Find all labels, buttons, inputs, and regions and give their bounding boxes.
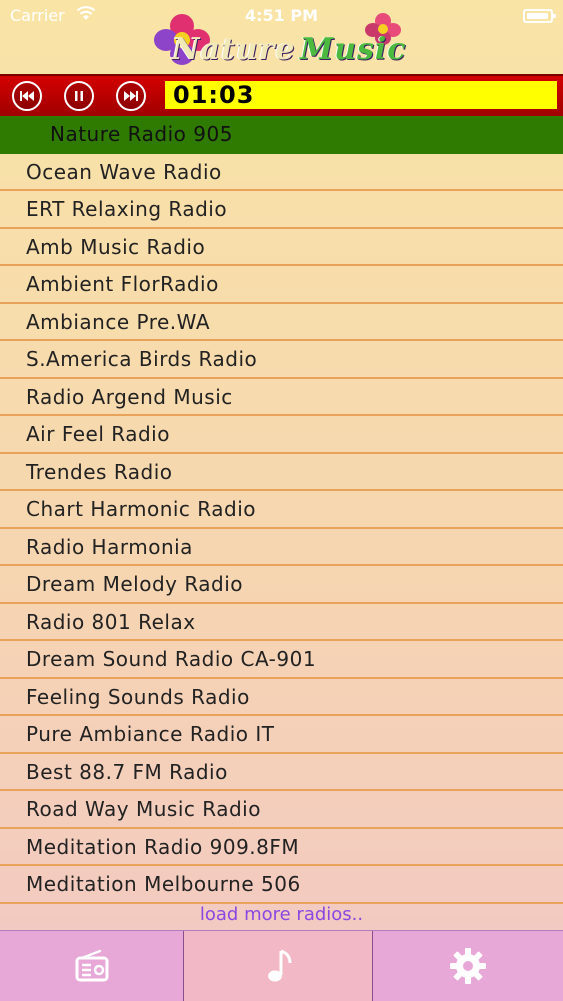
station-item[interactable]: Pure Ambiance Radio IT <box>0 716 563 754</box>
station-item[interactable]: Radio Argend Music <box>0 379 563 416</box>
station-item[interactable]: Ambient FlorRadio <box>0 266 563 304</box>
station-item[interactable]: Road Way Music Radio <box>0 791 563 829</box>
playback-time: 01:03 <box>165 81 557 109</box>
player-bar: 01:03 <box>0 74 563 118</box>
station-item[interactable]: Amb Music Radio <box>0 229 563 266</box>
tab-music[interactable] <box>184 931 373 1001</box>
station-item[interactable]: Air Feel Radio <box>0 416 563 454</box>
station-item[interactable]: Chart Harmonic Radio <box>0 491 563 529</box>
station-item[interactable]: Meditation Radio 909.8FM <box>0 829 563 866</box>
pause-button[interactable] <box>64 81 94 111</box>
station-item[interactable]: Feeling Sounds Radio <box>0 679 563 716</box>
logo-word-music: Music <box>300 32 407 67</box>
battery-icon <box>523 9 556 23</box>
radio-icon <box>75 949 108 982</box>
gear-icon <box>450 948 486 984</box>
station-item[interactable]: Dream Melody Radio <box>0 566 563 604</box>
station-item[interactable]: Radio 801 Relax <box>0 604 563 641</box>
tab-bar <box>0 930 563 1001</box>
next-button[interactable] <box>116 81 146 111</box>
tab-radio[interactable] <box>0 931 184 1001</box>
station-item[interactable]: Meditation Melbourne 506 <box>0 866 563 904</box>
load-more-link[interactable]: load more radios.. <box>0 900 563 930</box>
tab-settings[interactable] <box>373 931 563 1001</box>
station-item[interactable]: Nature Radio 905 <box>0 116 563 154</box>
pause-icon <box>75 91 83 101</box>
previous-button[interactable] <box>12 81 42 111</box>
station-item[interactable]: S.America Birds Radio <box>0 341 563 379</box>
station-item[interactable]: Ocean Wave Radio <box>0 154 563 191</box>
station-item[interactable]: Best 88.7 FM Radio <box>0 754 563 791</box>
station-item[interactable]: Dream Sound Radio CA-901 <box>0 641 563 679</box>
station-list: Nature Radio 905 Ocean Wave Radio ERT Re… <box>0 116 563 904</box>
fast-forward-icon <box>124 91 138 101</box>
station-item[interactable]: ERT Relaxing Radio <box>0 191 563 229</box>
logo-word-nature: Nature <box>172 32 296 67</box>
rewind-icon <box>20 91 34 101</box>
station-item[interactable]: Ambiance Pre.WA <box>0 304 563 341</box>
station-item[interactable]: Radio Harmonia <box>0 529 563 566</box>
music-note-icon <box>268 949 292 982</box>
app-logo: Nature Music <box>150 8 410 72</box>
station-item[interactable]: Trendes Radio <box>0 454 563 491</box>
